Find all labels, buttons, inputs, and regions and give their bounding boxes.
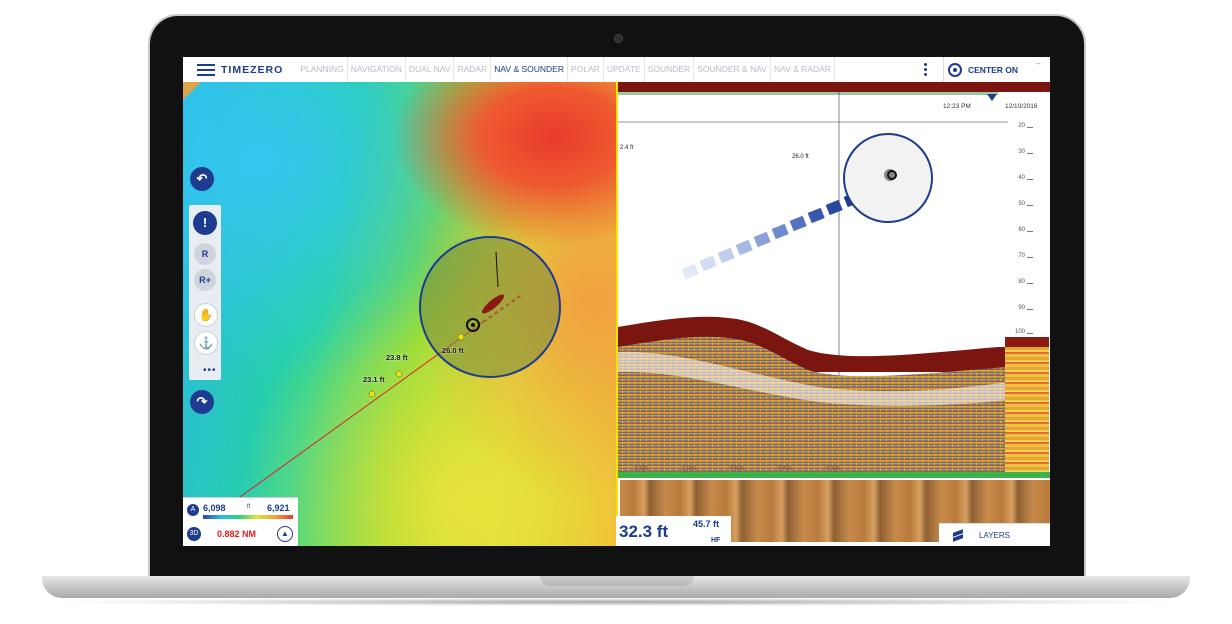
hand-icon: ✋ <box>198 308 214 322</box>
center-on-button[interactable]: CENTER ON <box>943 57 1018 82</box>
tab-nav-radar[interactable]: NAV & RADAR <box>771 57 835 82</box>
depth-tick: 60 <box>1018 227 1025 233</box>
depth-tick: 50 <box>1018 201 1025 207</box>
secondary-depth-reading: 45.7 ft <box>693 519 720 529</box>
workspace-tabs: PLANNING NAVIGATION DUAL NAV RADAR NAV &… <box>297 57 835 82</box>
more-options-icon[interactable] <box>924 63 927 78</box>
tab-dual-nav[interactable]: DUAL NAV <box>406 57 455 82</box>
depth-tick-mark <box>1027 127 1033 128</box>
sounder-magnifier <box>681 133 933 280</box>
tab-sounder[interactable]: SOUNDER <box>645 57 695 82</box>
forward-button[interactable]: ↷ <box>190 390 214 414</box>
alert-button[interactable]: ! <box>193 211 217 235</box>
chart-map[interactable] <box>183 82 616 546</box>
legend-max-value: 6,921 <box>267 503 290 513</box>
back-button[interactable]: ↶ <box>190 167 214 191</box>
depth-scale: 20 30 40 50 60 70 80 90 100 <box>1003 119 1033 519</box>
map-depth-label: 26.0 ft <box>442 346 464 355</box>
tab-planning[interactable]: PLANNING <box>297 57 348 82</box>
center-on-label: CENTER ON <box>968 64 1019 75</box>
depth-mark <box>395 370 403 378</box>
range-distance: 0.882 NM <box>217 529 257 539</box>
tab-navigation[interactable]: NAVIGATION <box>348 57 406 82</box>
sounder-date: 12/10/2016 <box>1005 103 1038 110</box>
depth-tick-mark <box>1027 153 1033 154</box>
layers-button[interactable]: LAYERS <box>939 523 1050 546</box>
tab-polar[interactable]: POLAR <box>568 57 604 82</box>
map-depth-label: 23.8 ft <box>386 353 408 362</box>
depth-tick-mark <box>1027 231 1033 232</box>
depth-reading: 32.3 ft <box>619 522 669 541</box>
more-tools-icon[interactable]: ••• <box>203 365 217 376</box>
map-toolbar: ! R R+ ✋ ⚓ ••• <box>189 205 221 380</box>
top-bar: TIMEZERO PLANNING NAVIGATION DUAL NAV RA… <box>183 57 1050 83</box>
webcam <box>614 34 623 43</box>
tab-update[interactable]: UPDATE <box>604 57 645 82</box>
minimize-button[interactable]: – <box>1036 59 1040 68</box>
3d-mode-button[interactable]: 3D <box>187 527 201 541</box>
depth-tick: 90 <box>1018 305 1025 311</box>
auto-badge[interactable]: A <box>187 504 199 516</box>
app-screen: TIMEZERO PLANNING NAVIGATION DUAL NAV RA… <box>183 57 1050 546</box>
brand-logo: TIMEZERO <box>221 63 284 76</box>
buoy-tool-button[interactable]: ⚓ <box>194 331 218 355</box>
depth-tick: 70 <box>1018 253 1025 259</box>
depth-tick: 30 <box>1018 149 1025 155</box>
sounder-pane[interactable]: 1'10s 1'00s 0'50s 0'40s 0'30s 2.4 ft 26.0 ft <box>616 82 1050 546</box>
laptop-shadow <box>40 598 1192 606</box>
legend-min-value: 6,098 <box>203 503 226 513</box>
sounder-time: 12:23 PM <box>943 103 971 110</box>
depth-tick: 20 <box>1018 123 1025 129</box>
map-corner-fold <box>183 82 201 100</box>
legend-color-scale <box>203 515 293 519</box>
laptop-notch <box>540 576 694 586</box>
buoy-icon: ⚓ <box>198 336 214 350</box>
depth-legend: A 6,098 ft 6,921 3D 0.882 NM ▲ <box>183 497 298 546</box>
range-plus-icon: R+ <box>199 275 211 285</box>
hand-tool-button[interactable]: ✋ <box>194 303 218 327</box>
depth-tick: 80 <box>1018 279 1025 285</box>
depth-tick-mark <box>1027 257 1033 258</box>
depth-tick-mark <box>1027 179 1033 180</box>
alert-icon: ! <box>202 215 208 230</box>
tab-nav-sounder[interactable]: NAV & SOUNDER <box>491 57 568 82</box>
depth-tick-mark <box>1027 333 1033 334</box>
depth-tick-mark <box>1027 309 1033 310</box>
dropdown-arrow-icon[interactable] <box>987 94 997 101</box>
tab-radar[interactable]: RADAR <box>454 57 492 82</box>
depth-tick-mark <box>1027 283 1033 284</box>
pointer-arrow <box>681 191 861 280</box>
frequency-label: HF <box>711 537 721 544</box>
depth-mark <box>457 333 465 341</box>
layers-icon <box>953 531 963 541</box>
map-overlay <box>232 236 561 503</box>
depth-tick: 100 <box>1014 329 1025 335</box>
north-up-icon[interactable]: ▲ <box>277 526 293 542</box>
depth-tick: 40 <box>1018 175 1025 181</box>
depth-mark <box>368 390 376 398</box>
depth-tick-mark <box>1027 205 1033 206</box>
layers-label: LAYERS <box>979 531 1010 540</box>
range-minus-icon: R <box>201 249 209 259</box>
hamburger-menu-icon[interactable] <box>197 63 215 76</box>
tab-sounder-nav[interactable]: SOUNDER & NAV <box>694 57 771 82</box>
map-depth-label: 23.1 ft <box>363 375 385 384</box>
legend-unit: ft <box>247 504 251 510</box>
target-icon <box>948 62 962 77</box>
range-plus-button[interactable]: R+ <box>194 269 216 291</box>
range-minus-button[interactable]: R <box>194 243 216 265</box>
